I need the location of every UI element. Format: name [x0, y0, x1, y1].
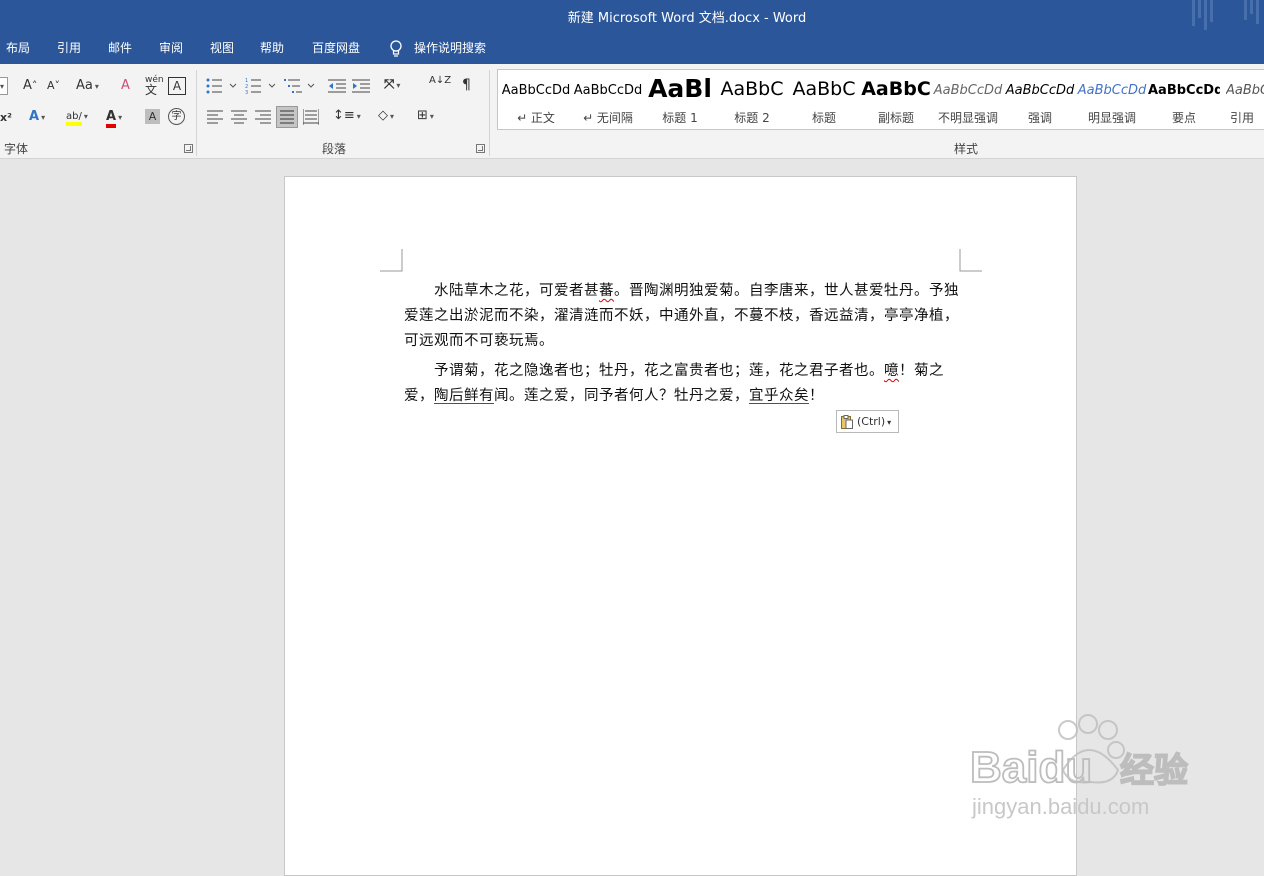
align-center-button[interactable]	[231, 110, 247, 124]
align-left-button[interactable]	[207, 110, 223, 124]
chinese-layout-icon: ⤧	[384, 77, 395, 92]
title-decoration-icon	[1192, 0, 1259, 30]
underlined-phrase[interactable]: 陶后鲜有	[434, 388, 494, 404]
bullets-button[interactable]	[206, 78, 242, 94]
phonetic-guide-button[interactable]: wén 文	[145, 76, 164, 97]
shrink-font-button[interactable]: A˅	[47, 77, 60, 97]
tell-me-search[interactable]: 操作说明搜索	[414, 39, 486, 56]
styles-group-label: 样式	[954, 142, 979, 156]
underlined-phrase[interactable]: 宜乎众矣	[749, 388, 809, 404]
clear-formatting-button[interactable]: A	[121, 77, 130, 97]
font-group-label: 字体	[4, 142, 29, 156]
paint-bucket-icon: ◇	[378, 108, 388, 123]
enclose-char-button[interactable]: 字	[168, 108, 185, 125]
ribbon: ▾ A˄ A˅ Aa ▾ A wén 文 A x² A ▾ ab/▾ A ▾ A 字 字…	[0, 64, 1264, 159]
clipboard-icon	[841, 415, 853, 429]
paste-options-button[interactable]: (Ctrl) ▾	[836, 410, 899, 433]
window-title: 新建 Microsoft Word 文档.docx - Word	[567, 11, 807, 26]
paragraph-2[interactable]: 予谓菊，花之隐逸者也；牡丹，花之富贵者也；莲，花之君子者也。噫！菊之爱，陶后鲜有…	[404, 359, 960, 409]
highlight-button[interactable]: ab/▾	[66, 108, 88, 128]
font-dialog-launcher[interactable]	[184, 144, 193, 153]
tab-references[interactable]: 引用	[57, 39, 81, 56]
style-quote[interactable]: AaBbC 引用	[1220, 70, 1264, 129]
superscript-button[interactable]: x²	[0, 109, 12, 129]
spell-error-word[interactable]: 蕃	[599, 283, 614, 299]
style-emphasis[interactable]: AaBbCcDd 强调	[1004, 70, 1076, 129]
sort-button[interactable]: A↓Z	[429, 76, 451, 96]
line-spacing-button[interactable]: ↕≡ ▾	[333, 107, 361, 127]
char-border-button[interactable]: A	[168, 77, 186, 95]
style-no-spacing[interactable]: AaBbCcDd ↵ 无间隔	[572, 70, 644, 129]
font-color-button[interactable]: A ▾	[106, 108, 122, 128]
margin-mark-top-right	[959, 249, 982, 272]
distributed-button[interactable]	[303, 109, 319, 125]
tab-baidu-netdisk[interactable]: 百度网盘	[312, 39, 360, 56]
increase-indent-button[interactable]	[352, 78, 370, 94]
svg-text:Baidu: Baidu	[970, 743, 1092, 792]
font-size-dropdown[interactable]: ▾	[0, 77, 8, 95]
svg-text:经验: 经验	[1120, 751, 1188, 791]
svg-text:jingyan.baidu.com: jingyan.baidu.com	[971, 794, 1149, 819]
paragraph-group-label: 段落	[322, 142, 347, 156]
char-shading-button[interactable]: A	[145, 109, 160, 124]
group-divider	[196, 70, 197, 156]
borders-button[interactable]: ⊞ ▾	[417, 107, 434, 127]
tab-review[interactable]: 审阅	[159, 39, 183, 56]
shading-button[interactable]: ◇ ▾	[378, 107, 394, 127]
grow-font-button[interactable]: A˄	[23, 77, 37, 97]
svg-text:3: 3	[245, 90, 248, 94]
style-strong[interactable]: AaBbCcDd 要点	[1148, 70, 1220, 129]
style-normal[interactable]: AaBbCcDd ↵ 正文	[500, 70, 572, 129]
spell-error-word[interactable]: 噫	[884, 363, 899, 379]
tab-mailings[interactable]: 邮件	[108, 39, 132, 56]
eraser-icon: A	[121, 78, 130, 93]
style-heading-1[interactable]: AaBl 标题 1	[644, 70, 716, 129]
document-page[interactable]: 水陆草木之花，可爱者甚蕃。晋陶渊明独爱菊。自李唐来，世人甚爱牡丹。予独爱莲之出淤…	[284, 176, 1077, 876]
line-spacing-icon: ↕≡	[333, 108, 355, 123]
justify-button[interactable]	[276, 106, 298, 128]
style-title[interactable]: AaBbC 标题	[788, 70, 860, 129]
style-heading-2[interactable]: AaBbC 标题 2	[716, 70, 788, 129]
margin-mark-top-left	[380, 249, 403, 272]
change-case-button[interactable]: Aa ▾	[76, 77, 99, 97]
styles-gallery: AaBbCcDd ↵ 正文 AaBbCcDd ↵ 无间隔 AaBl 标题 1 A…	[497, 69, 1264, 130]
lightbulb-icon[interactable]	[389, 40, 403, 58]
show-marks-button[interactable]: ¶	[462, 76, 471, 96]
baidu-jingyan-watermark: Baidu 经验 jingyan.baidu.com	[969, 714, 1189, 819]
justify-icon	[280, 110, 294, 124]
chinese-layout-button[interactable]: ⤧ ▾	[384, 76, 400, 96]
align-right-button[interactable]	[255, 110, 271, 124]
tab-layout[interactable]: 布局	[6, 39, 30, 56]
style-intense-emphasis[interactable]: AaBbCcDd 明显强调	[1076, 70, 1148, 129]
paragraph-dialog-launcher[interactable]	[476, 144, 485, 153]
decrease-indent-button[interactable]	[328, 78, 346, 94]
title-bar: 新建 Microsoft Word 文档.docx - Word 布局 引用 邮…	[0, 0, 1264, 64]
tab-view[interactable]: 视图	[210, 39, 234, 56]
borders-icon: ⊞	[417, 108, 428, 123]
chevron-down-icon: ▾	[887, 418, 892, 427]
paragraph-1[interactable]: 水陆草木之花，可爱者甚蕃。晋陶渊明独爱菊。自李唐来，世人甚爱牡丹。予独爱莲之出淤…	[404, 279, 960, 354]
numbering-button[interactable]: 123	[245, 78, 281, 94]
multilevel-list-button[interactable]	[284, 78, 320, 94]
tab-help[interactable]: 帮助	[260, 39, 284, 56]
group-divider	[489, 70, 490, 156]
paste-options-label: (Ctrl) ▾	[857, 415, 892, 428]
style-subtle-emphasis[interactable]: AaBbCcDd 不明显强调	[932, 70, 1004, 129]
style-subtitle[interactable]: AaBbC 副标题	[860, 70, 932, 129]
text-effects-button[interactable]: A ▾	[29, 108, 45, 128]
